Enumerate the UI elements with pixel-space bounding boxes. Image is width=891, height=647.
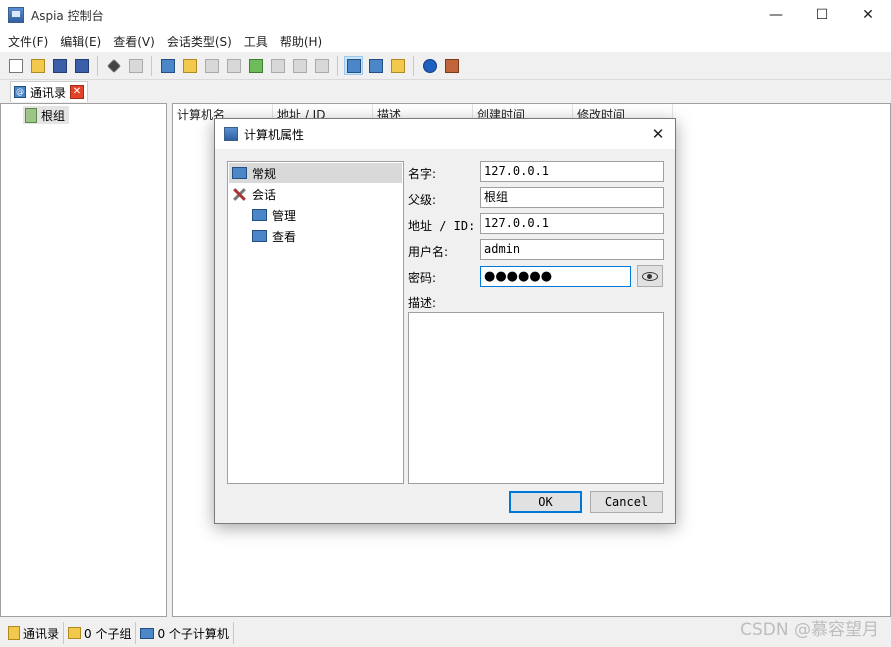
computer-properties-dialog: 计算机属性 ✕ 常规 会话 管理 查看 名字: 127.0.0.1 父级: 根组… [214,118,676,524]
new-file-icon[interactable] [6,56,25,75]
group-tree[interactable]: 根组 [0,103,167,617]
computer-icon [140,627,155,639]
address-field[interactable]: 127.0.0.1 [480,213,664,234]
menu-tools[interactable]: 工具 [238,33,274,50]
toolbar-divider [337,55,338,76]
copy-computer-icon[interactable] [290,56,309,75]
folder-icon [68,627,82,639]
minimize-button[interactable]: — [753,0,799,30]
toolbar [0,52,891,80]
settings-item-manage[interactable]: 管理 [252,205,296,225]
close-button[interactable]: ✕ [845,0,891,30]
menu-view[interactable]: 查看(V) [107,33,161,50]
title-bar: Aspia 控制台 — ☐ ✕ [0,0,891,30]
username-label: 用户名: [408,245,449,259]
menu-session-type[interactable]: 会话类型(S) [161,33,238,50]
add-computer-icon[interactable] [246,56,265,75]
desktop-manage-icon [252,209,267,221]
desktop-manage-icon[interactable] [344,56,363,75]
tab-close-icon[interactable]: ✕ [70,85,84,99]
tree-item-root[interactable]: 根组 [23,106,70,124]
description-label: 描述: [408,296,437,310]
disconnect-icon[interactable] [126,56,145,75]
window-title: Aspia 控制台 [31,8,104,23]
menu-bar: 文件(F) 编辑(E) 查看(V) 会话类型(S) 工具 帮助(H) [0,30,891,52]
tree-item-label: 根组 [41,108,66,123]
computer-icon [232,167,247,179]
delete-computer-icon[interactable] [312,56,331,75]
address-book-icon: @ [14,86,26,98]
password-label: 密码: [408,271,437,285]
desktop-view-icon [252,230,267,242]
toolbar-divider [97,55,98,76]
add-group-icon[interactable] [180,56,199,75]
book-icon [8,626,20,640]
menu-edit[interactable]: 编辑(E) [54,33,107,50]
save-icon[interactable] [50,56,69,75]
status-group-count: 0 个子组 [64,622,137,644]
tab-strip: @ 通讯录 ✕ [0,80,891,103]
open-file-icon[interactable] [28,56,47,75]
dialog-title: 计算机属性 [244,127,305,142]
app-icon [8,7,24,23]
eye-icon [642,271,658,281]
settings-item-general[interactable]: 常规 [229,163,402,183]
username-field[interactable]: admin [480,239,664,260]
dialog-close-button[interactable]: ✕ [649,125,667,143]
menu-file[interactable]: 文件(F) [2,33,54,50]
book-icon [25,107,37,123]
tab-label: 通讯录 [30,85,67,100]
ok-button[interactable]: OK [509,491,582,513]
cancel-button[interactable]: Cancel [590,491,663,513]
tab-address-book[interactable]: @ 通讯录 ✕ [10,81,88,102]
toolbar-divider [413,55,414,76]
description-field[interactable] [408,312,664,484]
toolbar-divider [151,55,152,76]
save-as-icon[interactable] [72,56,91,75]
address-label: 地址 / ID: [408,219,476,233]
settings-tree[interactable]: 常规 会话 管理 查看 [227,161,404,484]
show-password-button[interactable] [637,265,663,287]
menu-help[interactable]: 帮助(H) [274,33,328,50]
status-address-book: 通讯录 [4,622,65,644]
name-label: 名字: [408,167,437,181]
desktop-view-icon[interactable] [366,56,385,75]
dialog-title-bar: 计算机属性 ✕ [215,119,675,149]
parent-label: 父级: [408,193,437,207]
app-icon [224,127,238,141]
delete-group-icon[interactable] [224,56,243,75]
name-field[interactable]: 127.0.0.1 [480,161,664,182]
connect-icon[interactable] [104,56,123,75]
exit-icon[interactable] [442,56,461,75]
info-icon[interactable] [420,56,439,75]
tools-icon [232,187,247,202]
file-transfer-icon[interactable] [388,56,407,75]
edit-group-icon[interactable] [202,56,221,75]
settings-item-session[interactable]: 会话 [232,184,276,204]
edit-computer-icon[interactable] [268,56,287,75]
watermark: CSDN @慕容望月 [740,620,879,640]
parent-field[interactable]: 根组 [480,187,664,208]
password-field[interactable]: ●●●●●● [480,266,631,287]
edit-icon[interactable] [158,56,177,75]
status-computer-count: 0 个子计算机 [136,622,234,644]
settings-item-view[interactable]: 查看 [252,226,296,246]
maximize-button[interactable]: ☐ [799,0,845,30]
